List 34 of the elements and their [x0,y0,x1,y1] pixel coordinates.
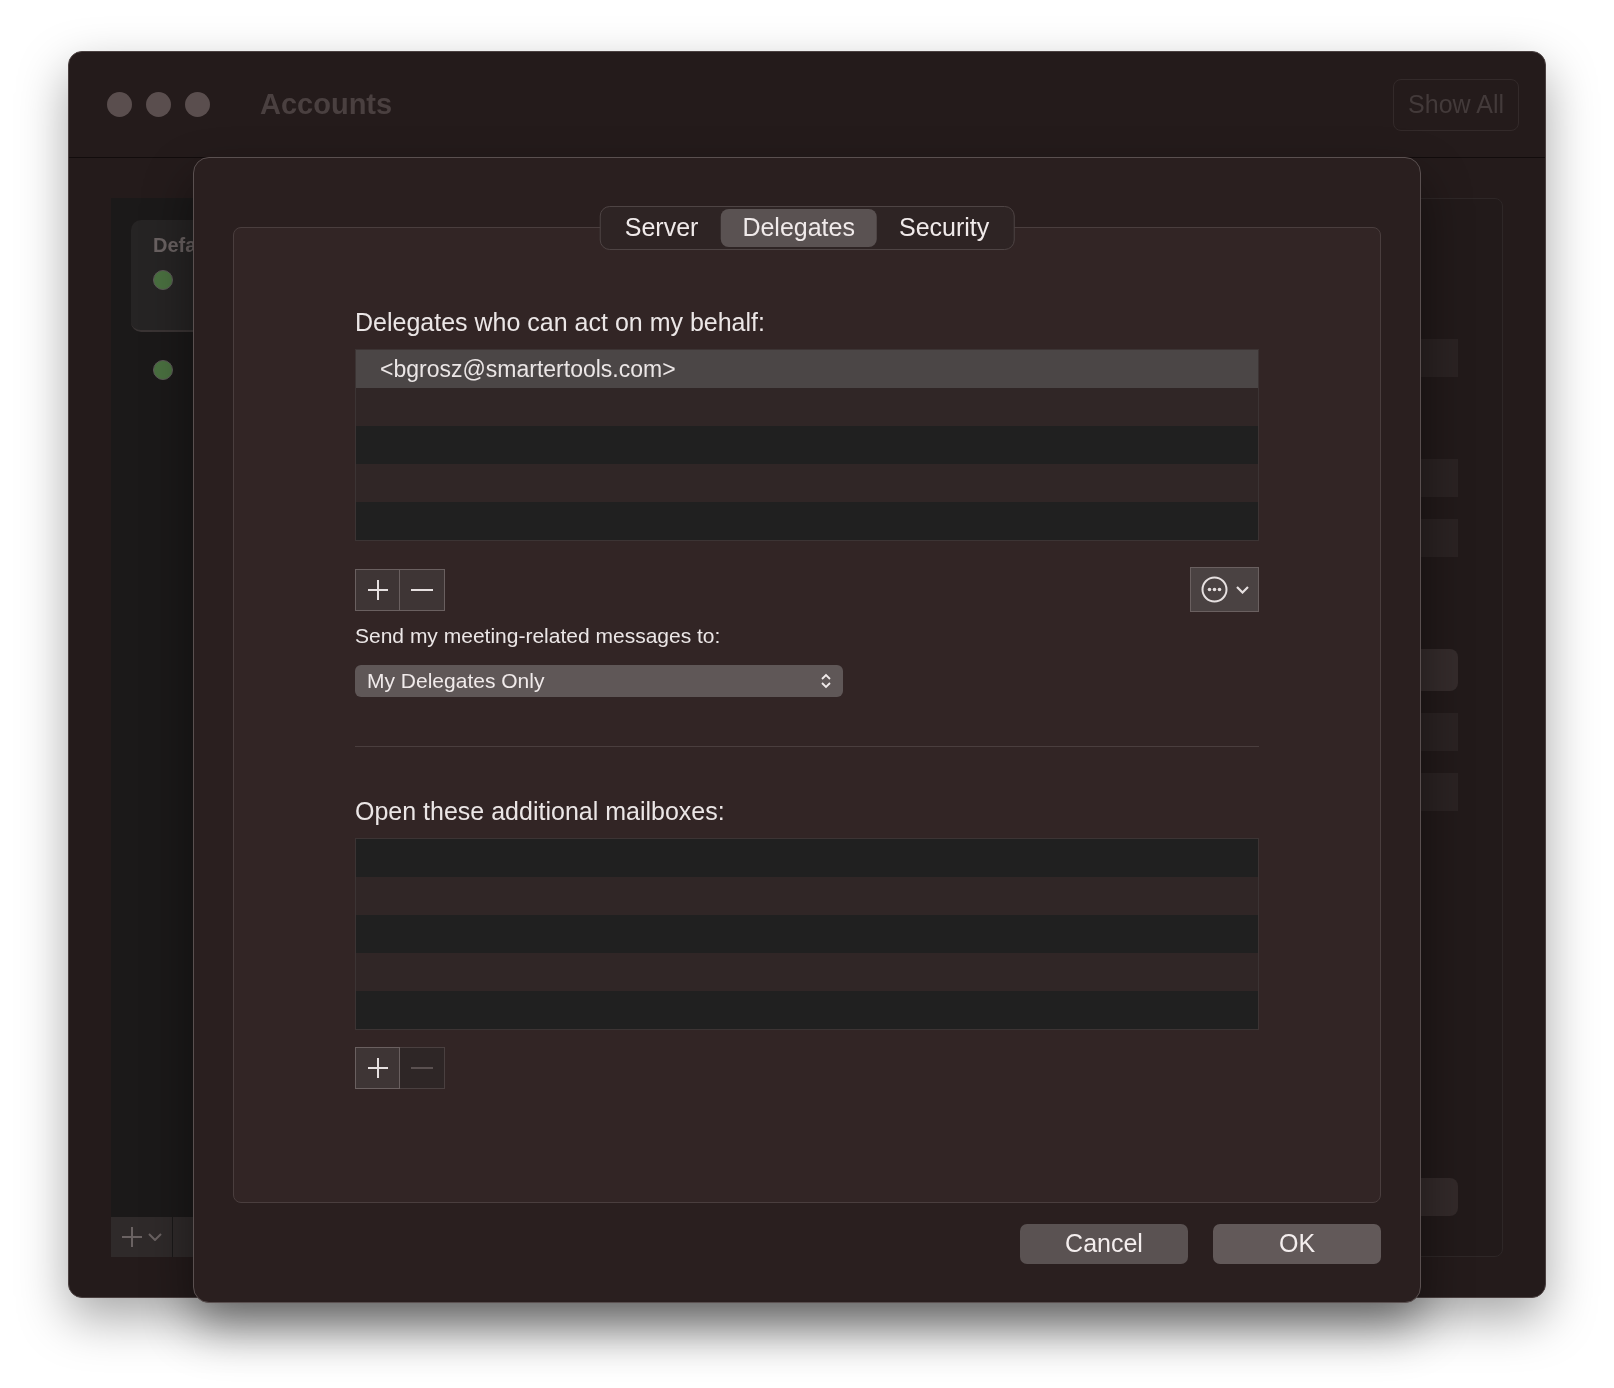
action-menu-button[interactable] [1190,567,1259,612]
zoom-window-icon[interactable] [185,92,210,117]
text-field[interactable] [1418,713,1458,751]
plus-icon [366,578,389,601]
add-menu-button[interactable] [111,1217,173,1257]
delegates-popup-button[interactable]: My Delegates Only [355,664,843,697]
tab[interactable]: Server [602,209,721,247]
ellipsis-circle-icon [1200,576,1228,603]
text-field[interactable] [1418,339,1458,377]
add-button[interactable] [355,1046,400,1089]
plus-icon [366,1056,389,1079]
action-button[interactable] [1418,1178,1458,1216]
text-field[interactable] [1418,519,1458,557]
chevron-down-icon [1235,585,1249,594]
minus-icon [411,1066,433,1069]
text-field[interactable] [1418,459,1458,497]
cancel-button[interactable]: Cancel [1020,1224,1188,1264]
minimize-window-icon[interactable] [146,92,171,117]
text-field[interactable] [1418,773,1458,811]
section-label: Delegates who can act on my behalf: [355,307,766,338]
close-window-icon[interactable] [107,92,132,117]
plus-icon [121,1227,142,1247]
minus-icon [411,588,433,591]
ok-button[interactable]: OK [1213,1224,1381,1264]
remove-button[interactable] [400,568,445,611]
tab[interactable]: Security [876,209,1012,247]
popup-button[interactable] [1418,649,1458,691]
field-label: Send my meeting-related messages to: [355,623,722,649]
chevron-down-icon [147,1233,162,1241]
tab[interactable]: Delegates [720,209,877,247]
section-label: Open these additional mailboxes: [355,795,726,827]
up-down-chevron-icon [821,672,831,689]
add-button[interactable] [355,568,400,611]
list-row[interactable]: <bgrosz@smartertools.com> [356,350,1258,388]
